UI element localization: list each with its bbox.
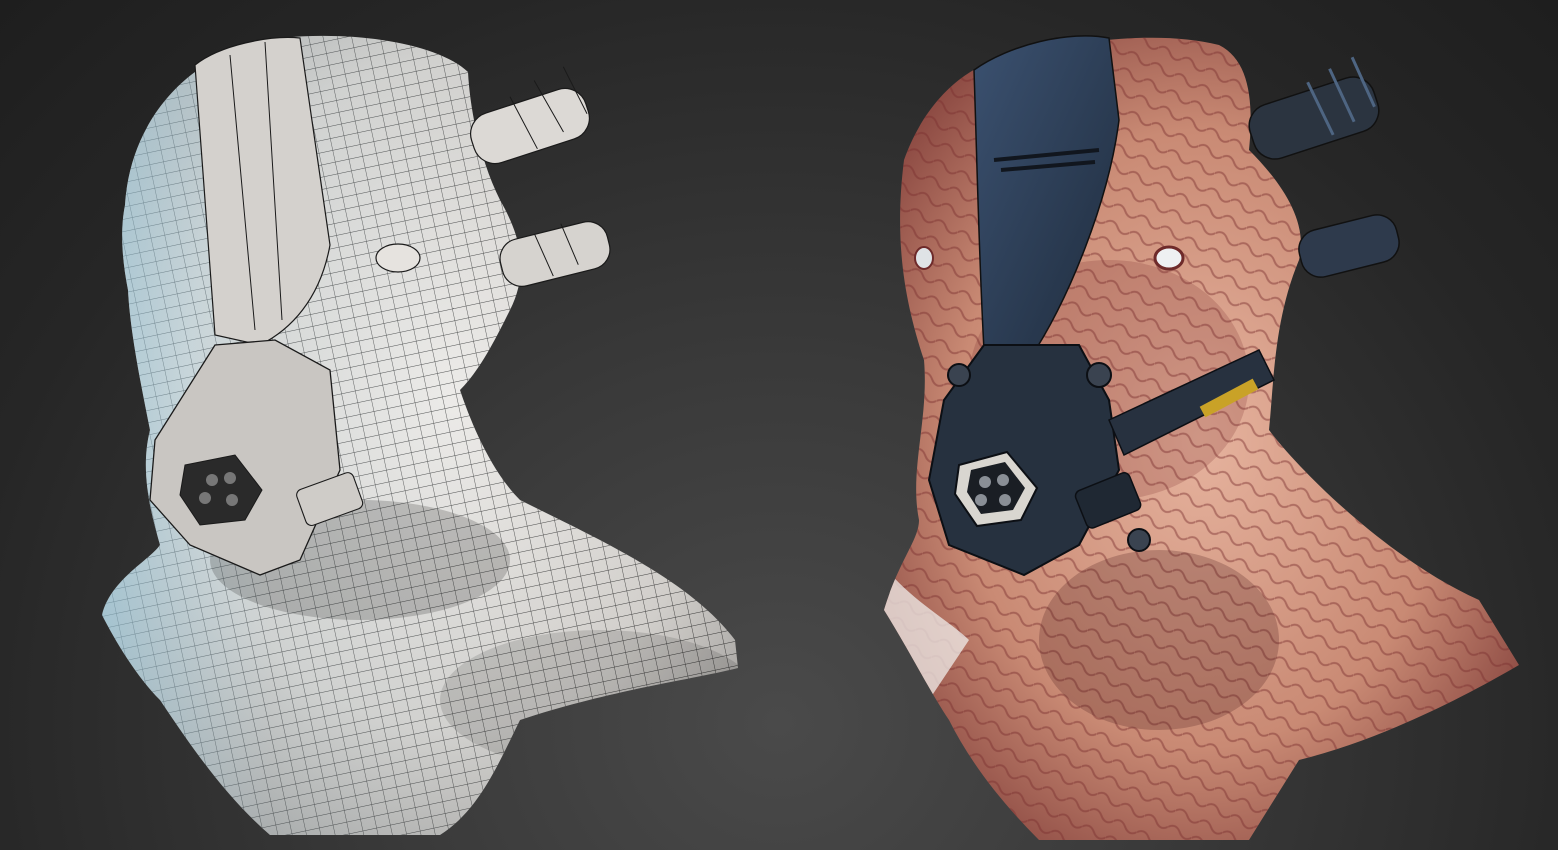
textured-bust-render: [884, 35, 1519, 840]
eye-mesh: [375, 243, 421, 273]
eye-right: [1153, 245, 1185, 271]
textured-model-panel: [779, 0, 1558, 850]
eye-left: [914, 246, 934, 270]
wireframe-bust-render: [102, 35, 738, 835]
3d-viewport[interactable]: [0, 0, 1558, 850]
wireframe-model-panel: [0, 0, 779, 850]
